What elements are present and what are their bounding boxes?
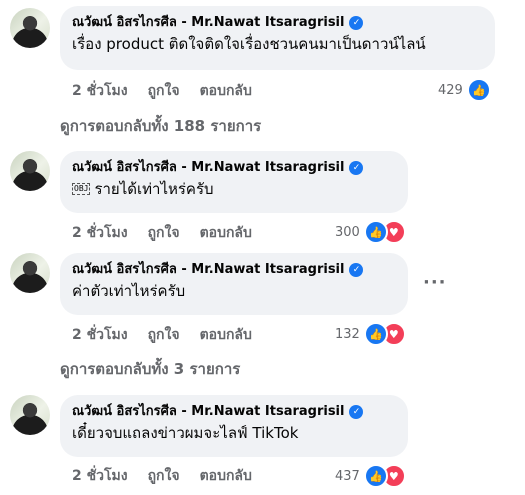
author-name[interactable]: ณวัฒน์ อิสรไกรศีล - Mr.Nawat Itsaragrisi… bbox=[72, 403, 344, 421]
like-button[interactable]: ถูกใจ bbox=[148, 224, 180, 242]
author-name[interactable]: ณวัฒน์ อิสรไกรศีล - Mr.Nawat Itsaragrisi… bbox=[72, 261, 344, 279]
reaction-count: 132 bbox=[335, 326, 360, 342]
reply-button[interactable]: ตอบกลับ bbox=[200, 224, 252, 242]
like-button[interactable]: ถูกใจ bbox=[148, 326, 180, 344]
comment-bubble: ณวัฒน์ อิสรไกรศีล - Mr.Nawat Itsaragrisi… bbox=[60, 6, 495, 70]
reply-button[interactable]: ตอบกลับ bbox=[200, 82, 252, 100]
like-reaction-icon: 👍 bbox=[363, 464, 388, 488]
timestamp-link[interactable]: 2 ชั่วโมง bbox=[72, 326, 128, 344]
reaction-count: 429 bbox=[438, 82, 463, 98]
comment-author[interactable]: ณวัฒน์ อิสรไกรศีล - Mr.Nawat Itsaragrisi… bbox=[72, 14, 483, 32]
comment-actions: 2 ชั่วโมง ถูกใจ ตอบกลับ bbox=[72, 467, 252, 485]
avatar[interactable] bbox=[10, 253, 50, 293]
like-reaction-icon: 👍 bbox=[363, 322, 388, 346]
comment-author[interactable]: ณวัฒน์ อิสรไกรศีล - Mr.Nawat Itsaragrisi… bbox=[72, 403, 396, 421]
like-reaction-icon: 👍 bbox=[363, 220, 388, 244]
like-button[interactable]: ถูกใจ bbox=[148, 82, 180, 100]
reaction-count: 437 bbox=[335, 468, 360, 484]
timestamp-link[interactable]: 2 ชั่วโมง bbox=[72, 224, 128, 242]
comment-text: เรื่อง product ติดใจติดใจเรื่องชวนคนมาเป… bbox=[72, 35, 426, 53]
avatar[interactable] bbox=[10, 395, 50, 435]
timestamp-link[interactable]: 2 ชั่วโมง bbox=[72, 467, 128, 485]
timestamp-link[interactable]: 2 ชั่วโมง bbox=[72, 82, 128, 100]
view-replies-link[interactable]: ดูการตอบกลับทั้ง 3 รายการ bbox=[60, 359, 240, 379]
verified-badge-icon: ✓ bbox=[349, 16, 364, 30]
reaction-summary[interactable]: 300 👍 ♥ bbox=[335, 220, 406, 244]
reaction-summary[interactable]: 437 👍 ♥ bbox=[335, 464, 406, 488]
view-replies-link[interactable]: ดูการตอบกลับทั้ง 188 รายการ bbox=[60, 116, 261, 136]
comment-actions: 2 ชั่วโมง ถูกใจ ตอบกลับ bbox=[72, 224, 252, 242]
comment-text: OBJ รายได้เท่าไหร่ครับ bbox=[72, 179, 396, 199]
verified-badge-icon: ✓ bbox=[349, 161, 364, 175]
comment-bubble: ณวัฒน์ อิสรไกรศีล - Mr.Nawat Itsaragrisi… bbox=[60, 253, 408, 315]
like-button[interactable]: ถูกใจ bbox=[148, 467, 180, 485]
avatar[interactable] bbox=[10, 151, 50, 191]
more-options-icon[interactable]: ··· bbox=[423, 272, 447, 293]
comment-actions: 2 ชั่วโมง ถูกใจ ตอบกลับ bbox=[72, 326, 252, 344]
reaction-summary[interactable]: 132 👍 ♥ bbox=[335, 322, 406, 346]
avatar[interactable] bbox=[10, 8, 50, 48]
verified-badge-icon: ✓ bbox=[349, 263, 364, 277]
comment-author[interactable]: ณวัฒน์ อิสรไกรศีล - Mr.Nawat Itsaragrisi… bbox=[72, 261, 396, 279]
comment-actions: 2 ชั่วโมง ถูกใจ ตอบกลับ bbox=[72, 82, 252, 100]
author-name[interactable]: ณวัฒน์ อิสรไกรศีล - Mr.Nawat Itsaragrisi… bbox=[72, 14, 344, 32]
comment-bubble: ณวัฒน์ อิสรไกรศีล - Mr.Nawat Itsaragrisi… bbox=[60, 151, 408, 213]
reaction-count: 300 bbox=[335, 224, 360, 240]
comment-text: เดี๋ยวจบแถลงข่าวผมจะไลฟ์ TikTok bbox=[72, 424, 299, 442]
verified-badge-icon: ✓ bbox=[349, 405, 364, 419]
reply-button[interactable]: ตอบกลับ bbox=[200, 467, 252, 485]
reply-button[interactable]: ตอบกลับ bbox=[200, 326, 252, 344]
object-replacement-glyph: OBJ bbox=[72, 183, 91, 195]
reaction-summary[interactable]: 429 👍 bbox=[438, 78, 491, 102]
comment-text: ค่าตัวเท่าไหร่ครับ bbox=[72, 282, 186, 300]
comment-text-body: รายได้เท่าไหร่ครับ bbox=[94, 180, 214, 198]
author-name[interactable]: ณวัฒน์ อิสรไกรศีล - Mr.Nawat Itsaragrisi… bbox=[72, 159, 344, 177]
like-reaction-icon: 👍 bbox=[466, 78, 491, 102]
comment-author[interactable]: ณวัฒน์ อิสรไกรศีล - Mr.Nawat Itsaragrisi… bbox=[72, 159, 396, 177]
comment-bubble: ณวัฒน์ อิสรไกรศีล - Mr.Nawat Itsaragrisi… bbox=[60, 395, 408, 457]
